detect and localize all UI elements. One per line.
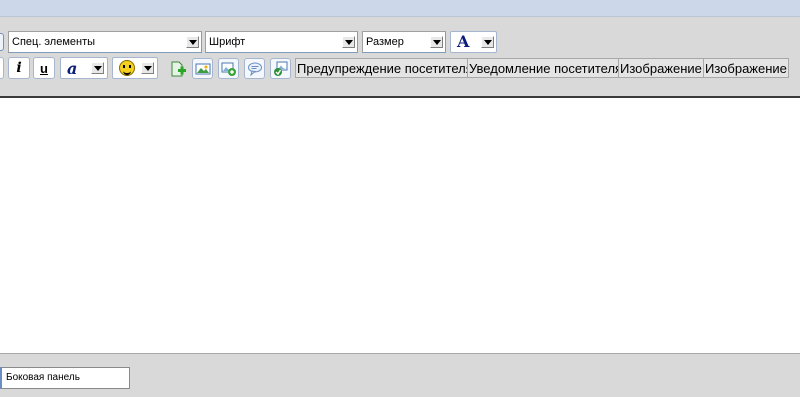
image-button-2[interactable]: Изображение [703,58,789,78]
smiley-select[interactable] [112,57,158,79]
image-settings-button[interactable] [270,58,291,79]
top-bar [0,0,800,17]
image-settings-icon [274,61,288,76]
font-style-select[interactable]: a [60,57,108,79]
font-select[interactable]: Шрифт [205,31,358,53]
add-image-button[interactable] [218,58,239,79]
comment-button[interactable] [244,58,265,79]
special-elements-select[interactable]: Спец. элементы [8,31,202,53]
image-add-icon [221,62,236,76]
special-elements-value: Спец. элементы [12,36,96,48]
image-icon [195,63,211,75]
chevron-down-icon[interactable] [141,62,154,74]
toolbar-handle[interactable] [0,33,4,51]
visitor-notice-button[interactable]: Уведомление посетителя [467,58,625,78]
insert-object-button[interactable] [167,58,188,79]
visitor-warning-button[interactable]: Предупреждение посетителя [295,58,475,78]
font-color-icon: A [457,32,470,51]
size-select[interactable]: Размер [362,31,446,53]
editor-content-area[interactable] [0,98,800,353]
chevron-down-icon[interactable] [481,36,494,48]
add-green-icon [171,61,186,77]
italic-button[interactable]: i [8,57,30,79]
image-button-1[interactable]: Изображение [618,58,704,78]
chevron-down-icon[interactable] [91,62,104,74]
underline-button[interactable]: u [33,57,55,79]
insert-image-button[interactable] [192,58,213,79]
editor-window: Спец. элементы Шрифт Размер A i u a Пред… [0,0,800,397]
size-value: Размер [366,36,404,48]
chevron-down-icon[interactable] [186,36,199,48]
speech-bubble-icon [248,62,262,77]
chevron-down-icon[interactable] [342,36,355,48]
font-value: Шрифт [209,36,246,48]
smiley-icon [119,60,135,76]
chevron-down-icon[interactable] [430,36,443,48]
font-color-select[interactable]: A [450,31,497,53]
side-panel-tab[interactable]: Боковая панель [0,367,130,389]
bold-button[interactable] [0,57,4,79]
font-style-icon: a [67,59,78,78]
